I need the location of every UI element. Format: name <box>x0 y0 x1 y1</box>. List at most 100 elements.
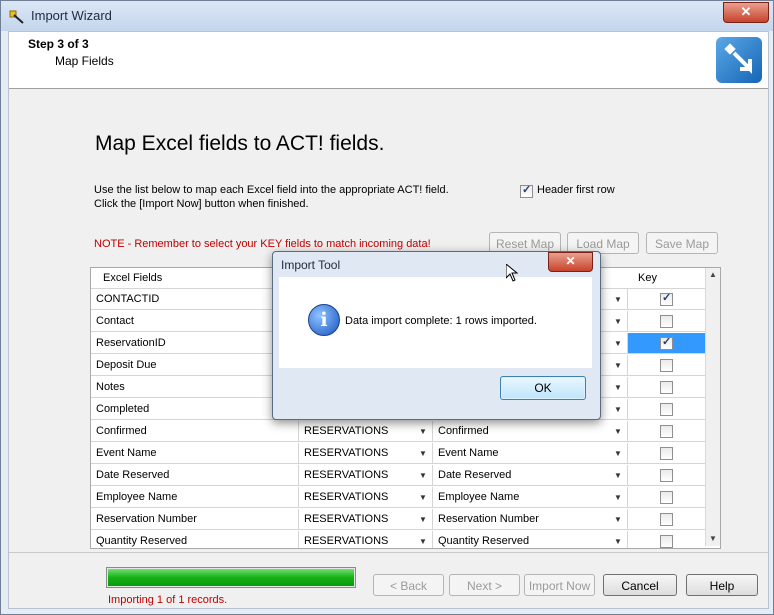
table-dropdown[interactable]: RESERVATIONS ▼ <box>299 443 433 464</box>
save-map-button[interactable]: Save Map <box>646 232 718 254</box>
chevron-down-icon[interactable]: ▼ <box>415 531 431 548</box>
chevron-down-icon[interactable]: ▼ <box>610 399 626 419</box>
act-field-dropdown[interactable]: Reservation Number ▼ <box>433 509 628 530</box>
key-fields-note: NOTE - Remember to select your KEY field… <box>94 238 431 250</box>
dialog-body: i Data import complete: 1 rows imported. <box>279 277 592 368</box>
key-checkbox[interactable] <box>660 535 673 548</box>
act-field-dropdown-value: Date Reserved <box>438 469 512 481</box>
title-bar[interactable]: Import Wizard ✕ <box>1 1 773 31</box>
act-field-dropdown[interactable]: Event Name ▼ <box>433 443 628 464</box>
excel-field-cell: Quantity Reserved <box>91 531 299 548</box>
import-now-button[interactable]: Import Now <box>524 574 595 596</box>
key-checkbox[interactable] <box>660 335 673 350</box>
back-button[interactable]: < Back <box>373 574 444 596</box>
window-title: Import Wizard <box>31 8 112 23</box>
key-checkbox[interactable] <box>660 315 673 328</box>
header-first-row-label: Header first row <box>537 184 615 196</box>
help-button[interactable]: Help <box>686 574 758 596</box>
column-header-key[interactable]: Key <box>632 268 698 288</box>
table-dropdown[interactable]: RESERVATIONS ▼ <box>299 531 433 548</box>
table-dropdown-value: RESERVATIONS <box>304 535 389 547</box>
key-cell <box>628 333 705 354</box>
wizard-wand-icon <box>9 10 24 24</box>
header-first-row-checkbox[interactable] <box>520 183 533 199</box>
step-subtitle: Map Fields <box>55 54 114 68</box>
chevron-down-icon[interactable]: ▼ <box>610 355 626 375</box>
table-dropdown-value: RESERVATIONS <box>304 491 389 503</box>
key-cell <box>628 311 705 332</box>
table-row[interactable]: Reservation Number RESERVATIONS ▼ Reservati… <box>91 509 705 531</box>
table-row[interactable]: Date Reserved RESERVATIONS ▼ Date Reserved ▼ <box>91 465 705 487</box>
table-row[interactable]: Employee Name RESERVATIONS ▼ Employee Name ▼ <box>91 487 705 509</box>
chevron-down-icon[interactable]: ▼ <box>610 289 626 309</box>
key-checkbox[interactable] <box>660 359 673 372</box>
act-field-dropdown-value: Confirmed <box>438 425 489 437</box>
key-cell <box>628 509 705 530</box>
key-cell <box>628 487 705 508</box>
progress-fill <box>108 569 354 586</box>
excel-field-cell: Notes <box>91 377 299 398</box>
step-label: Step 3 of 3 <box>28 37 89 51</box>
next-button[interactable]: Next > <box>449 574 520 596</box>
table-dropdown-value: RESERVATIONS <box>304 469 389 481</box>
act-field-dropdown[interactable]: Employee Name ▼ <box>433 487 628 508</box>
table-dropdown[interactable]: RESERVATIONS ▼ <box>299 421 433 442</box>
chevron-down-icon[interactable]: ▼ <box>610 443 626 463</box>
chevron-down-icon[interactable]: ▼ <box>610 421 626 441</box>
chevron-down-icon[interactable]: ▼ <box>610 531 626 548</box>
table-row[interactable]: Quantity Reserved RESERVATIONS ▼ Quantity R… <box>91 531 705 548</box>
excel-field-cell: Event Name <box>91 443 299 464</box>
scroll-up-icon[interactable]: ▲ <box>706 268 720 282</box>
excel-field-cell: Reservation Number <box>91 509 299 530</box>
key-checkbox[interactable] <box>660 381 673 394</box>
close-button[interactable]: ✕ <box>723 2 769 23</box>
key-checkbox[interactable] <box>660 491 673 504</box>
chevron-down-icon[interactable]: ▼ <box>610 465 626 485</box>
instruction-line-1: Use the list below to map each Excel fie… <box>94 184 449 196</box>
dialog-close-button[interactable]: ✕ <box>548 252 593 272</box>
import-tool-dialog: Import Tool ✕ i Data import complete: 1 … <box>272 251 601 420</box>
cancel-button[interactable]: Cancel <box>603 574 677 596</box>
act-field-dropdown[interactable]: Quantity Reserved ▼ <box>433 531 628 548</box>
ok-button[interactable]: OK <box>500 376 586 400</box>
chevron-down-icon[interactable]: ▼ <box>610 311 626 331</box>
excel-field-cell: Confirmed <box>91 421 299 442</box>
chevron-down-icon[interactable]: ▼ <box>415 465 431 485</box>
progress-status: Importing 1 of 1 records. <box>108 594 228 606</box>
chevron-down-icon[interactable]: ▼ <box>415 487 431 507</box>
key-checkbox[interactable] <box>660 513 673 526</box>
act-field-dropdown[interactable]: Confirmed ▼ <box>433 421 628 442</box>
close-icon: ✕ <box>565 254 576 268</box>
table-row[interactable]: Event Name RESERVATIONS ▼ Event Name ▼ <box>91 443 705 465</box>
wizard-header: Step 3 of 3 Map Fields <box>9 32 768 89</box>
table-row[interactable]: Confirmed RESERVATIONS ▼ Confirmed ▼ <box>91 421 705 443</box>
page-title: Map Excel fields to ACT! fields. <box>95 132 385 155</box>
chevron-down-icon[interactable]: ▼ <box>415 421 431 441</box>
chevron-down-icon[interactable]: ▼ <box>415 509 431 529</box>
table-dropdown[interactable]: RESERVATIONS ▼ <box>299 509 433 530</box>
key-checkbox[interactable] <box>660 425 673 438</box>
footer-divider <box>9 552 768 553</box>
chevron-down-icon[interactable]: ▼ <box>610 333 626 353</box>
table-dropdown[interactable]: RESERVATIONS ▼ <box>299 487 433 508</box>
chevron-down-icon[interactable]: ▼ <box>610 509 626 529</box>
mouse-cursor-icon <box>506 264 518 282</box>
instruction-line-2: Click the [Import Now] button when finis… <box>94 198 309 210</box>
dialog-message: Data import complete: 1 rows imported. <box>345 315 537 327</box>
excel-field-cell: ReservationID <box>91 333 299 354</box>
chevron-down-icon[interactable]: ▼ <box>610 377 626 397</box>
key-checkbox[interactable] <box>660 403 673 416</box>
act-field-dropdown[interactable]: Date Reserved ▼ <box>433 465 628 486</box>
excel-field-cell: Deposit Due <box>91 355 299 376</box>
table-dropdown[interactable]: RESERVATIONS ▼ <box>299 465 433 486</box>
key-checkbox[interactable] <box>660 469 673 482</box>
key-checkbox[interactable] <box>660 291 673 306</box>
chevron-down-icon[interactable]: ▼ <box>610 487 626 507</box>
scroll-down-icon[interactable]: ▼ <box>706 532 720 546</box>
excel-field-cell: Date Reserved <box>91 465 299 486</box>
key-checkbox[interactable] <box>660 447 673 460</box>
table-dropdown-value: RESERVATIONS <box>304 513 389 525</box>
column-header-excel-fields[interactable]: Excel Fields <box>97 268 293 288</box>
vertical-scrollbar[interactable]: ▲ ▼ <box>705 268 720 546</box>
chevron-down-icon[interactable]: ▼ <box>415 443 431 463</box>
